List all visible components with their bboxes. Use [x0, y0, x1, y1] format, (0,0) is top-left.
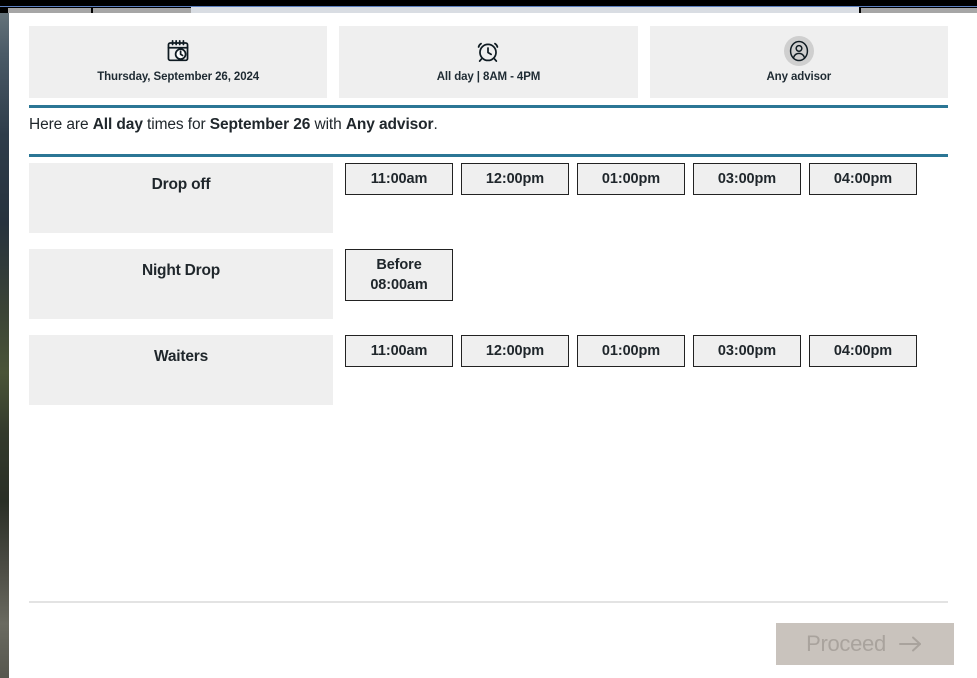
booking-app-window: Thursday, September 26, 2024 All day | 8…	[9, 13, 977, 678]
time-slot-button[interactable]: 03:00pm	[693, 335, 801, 367]
time-slot-button[interactable]: 12:00pm	[461, 335, 569, 367]
service-name-label: Waiters	[153, 348, 208, 365]
summary-sentence-time: All day	[92, 116, 143, 133]
summary-sentence-suffix: .	[433, 116, 438, 133]
summary-card-advisor[interactable]: Any advisor	[649, 26, 948, 98]
summary-card-date-label: Thursday, September 26, 2024	[97, 71, 260, 83]
time-slot-button[interactable]: 04:00pm	[809, 335, 917, 367]
summary-sentence-advisor: Any advisor	[345, 116, 434, 133]
summary-sentence: Here are All day times for September 26 …	[29, 116, 438, 134]
service-rows-list: Drop off 11:00am 12:00pm 01:00pm 03:00pm 04:0…	[29, 163, 948, 421]
time-slot-list: Before 08:00am	[345, 249, 948, 301]
service-row: Waiters 11:00am 12:00pm 01:00pm 03:00pm 04:00…	[29, 335, 948, 405]
summary-card-time[interactable]: All day | 8AM - 4PM	[339, 26, 638, 98]
time-slot-button[interactable]: 04:00pm	[809, 163, 917, 195]
time-slot-list: 11:00am 12:00pm 01:00pm 03:00pm 04:00pm	[345, 335, 948, 367]
summary-sentence-middle2: with	[310, 116, 346, 133]
proceed-button[interactable]: Proceed	[776, 623, 954, 665]
summary-sentence-date: September 26	[209, 116, 311, 133]
summary-card-advisor-label: Any advisor	[766, 71, 832, 83]
time-slot-button[interactable]: 12:00pm	[461, 163, 569, 195]
person-avatar-icon	[783, 36, 814, 66]
service-row: Night Drop Before 08:00am	[29, 249, 948, 319]
time-slot-list: 11:00am 12:00pm 01:00pm 03:00pm 04:00pm	[345, 163, 948, 195]
service-name-box: Waiters	[29, 335, 333, 405]
browser-tab-1[interactable]	[8, 8, 91, 13]
service-name-box: Night Drop	[29, 249, 333, 319]
summary-bottom-divider	[29, 154, 948, 157]
browser-tab-active[interactable]	[191, 7, 859, 13]
service-name-label: Night Drop	[141, 262, 221, 279]
appointment-scheduler-page: Thursday, September 26, 2024 All day | 8…	[9, 13, 977, 678]
desktop-background: Thursday, September 26, 2024 All day | 8…	[0, 0, 977, 678]
arrow-right-icon	[898, 634, 924, 654]
summary-card-time-label: All day | 8AM - 4PM	[436, 71, 541, 83]
time-slot-button[interactable]: 03:00pm	[693, 163, 801, 195]
browser-chrome-accent-line	[0, 6, 977, 7]
time-slot-button[interactable]: 01:00pm	[577, 163, 685, 195]
time-slot-button[interactable]: Before 08:00am	[345, 249, 453, 301]
time-slot-button[interactable]: 01:00pm	[577, 335, 685, 367]
browser-tab-3[interactable]	[861, 8, 977, 13]
browser-tab-2[interactable]	[93, 8, 191, 13]
appointment-summary-cards: Thursday, September 26, 2024 All day | 8…	[29, 26, 948, 98]
alarm-clock-icon	[475, 36, 501, 66]
footer-divider	[29, 601, 948, 603]
service-row: Drop off 11:00am 12:00pm 01:00pm 03:00pm 04:0…	[29, 163, 948, 233]
avatar-disc	[783, 36, 814, 66]
summary-top-divider	[29, 105, 948, 108]
summary-sentence-middle1: times for	[142, 116, 210, 133]
time-slot-button[interactable]: 11:00am	[345, 335, 453, 367]
proceed-button-label: Proceed	[806, 631, 886, 656]
service-name-label: Drop off	[151, 176, 211, 193]
summary-sentence-prefix: Here are	[29, 116, 93, 133]
time-slot-button[interactable]: 11:00am	[345, 163, 453, 195]
calendar-clock-icon	[165, 36, 191, 66]
summary-card-date[interactable]: Thursday, September 26, 2024	[29, 26, 328, 98]
service-name-box: Drop off	[29, 163, 333, 233]
